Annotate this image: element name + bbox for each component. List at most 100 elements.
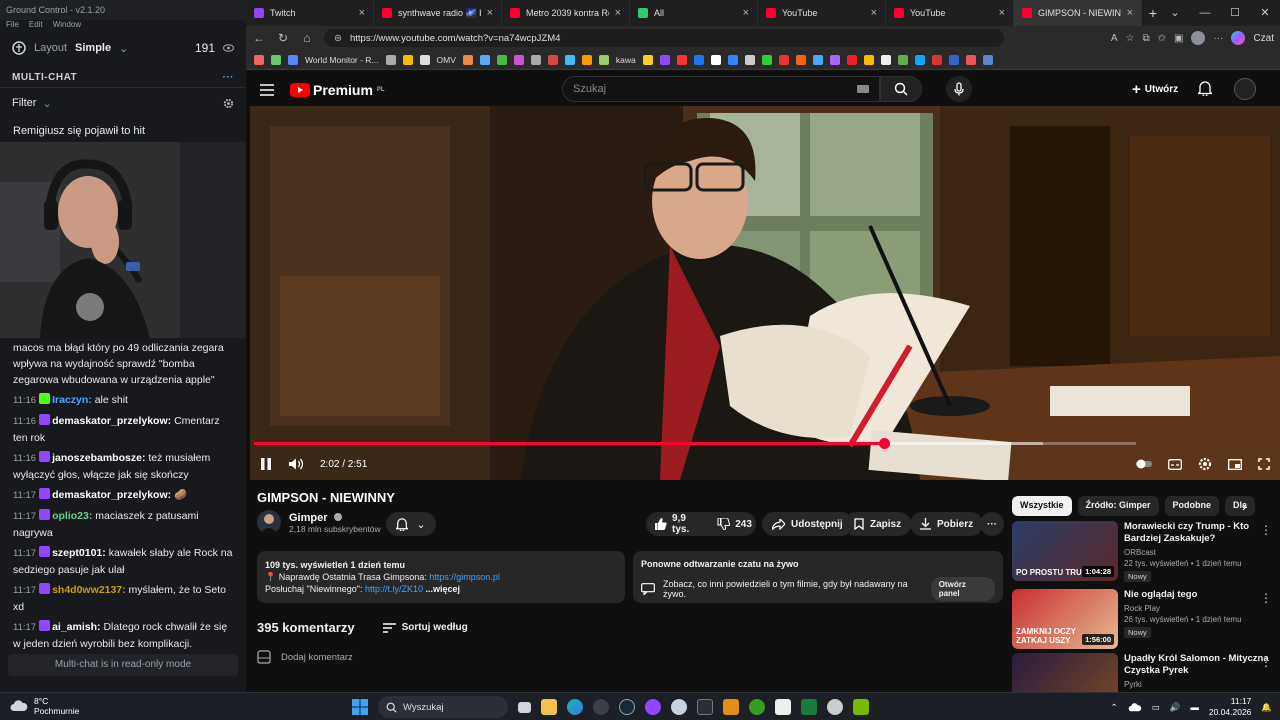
browser-tab[interactable]: YouTube × — [886, 0, 1014, 26]
browser-tab[interactable]: YouTube × — [758, 0, 886, 26]
autoplay-toggle-icon[interactable] — [1136, 459, 1152, 469]
favorites-icon[interactable]: ✩ — [1158, 33, 1166, 44]
song-link[interactable]: http://t.ly/ZK10 — [365, 584, 423, 594]
subscription-bell-button[interactable]: ⌄ — [386, 512, 436, 536]
steam-icon[interactable] — [619, 699, 635, 715]
filter-chip[interactable]: Podobne — [1164, 496, 1220, 516]
back-icon[interactable]: ← — [252, 31, 266, 45]
network-icon[interactable]: ▭ — [1152, 702, 1160, 713]
bookmark-icon[interactable] — [948, 54, 959, 65]
tab-list-icon[interactable]: ⌄ — [1160, 0, 1190, 26]
video-player[interactable]: 2:02 / 2:51 — [250, 106, 1280, 480]
bookmark-icon[interactable] — [462, 54, 473, 65]
weather-widget[interactable]: 8°C Pochmurnie — [10, 696, 79, 716]
bookmark-icon[interactable] — [693, 54, 704, 65]
scrubber-handle[interactable] — [878, 438, 890, 449]
save-button[interactable]: Zapisz — [844, 512, 912, 536]
menu-hamburger-icon[interactable] — [260, 84, 274, 96]
more-menu-icon[interactable]: ··· — [1213, 33, 1223, 44]
message-author[interactable]: janoszebambosze: — [52, 452, 145, 464]
video-title[interactable]: Nie oglądaj tego — [1124, 589, 1280, 601]
bookmark-icon[interactable] — [914, 54, 925, 65]
xbox-icon[interactable] — [749, 699, 765, 715]
bookmark-icon[interactable] — [385, 54, 396, 65]
description-box[interactable]: 109 tys. wyświetleń 1 dzień temu 📍 Napra… — [257, 551, 625, 603]
bookmark-world-monitor[interactable]: World Monitor - R... — [305, 55, 379, 65]
browser-tab[interactable]: GIMPSON - NIEWINNY × — [1014, 0, 1142, 26]
onedrive-icon[interactable] — [1128, 702, 1142, 712]
close-tab-icon[interactable]: × — [487, 7, 493, 19]
browser-tab[interactable]: Twitch × — [246, 0, 374, 26]
download-button[interactable]: Pobierz — [910, 512, 984, 536]
bookmark-icon[interactable] — [496, 54, 507, 65]
message-author[interactable]: sh4d0ww2137: — [52, 584, 126, 596]
sort-button[interactable]: Sortuj według — [382, 622, 468, 633]
filter-chip[interactable]: Dla — [1225, 496, 1256, 516]
terminal-icon[interactable] — [697, 699, 713, 715]
bookmark-icon[interactable] — [642, 54, 653, 65]
channel-avatar[interactable] — [257, 510, 281, 534]
maps-icon[interactable] — [671, 699, 687, 715]
pause-icon[interactable] — [260, 457, 272, 471]
bookmark-icon[interactable] — [479, 54, 490, 65]
more-vertical-icon[interactable]: ⋮ — [1260, 523, 1272, 537]
progress-bar[interactable] — [254, 438, 1136, 449]
share-button[interactable]: Udostępnij — [762, 512, 853, 536]
filter-dropdown[interactable]: Filter ⌄ — [0, 92, 246, 114]
close-tab-icon[interactable]: × — [1127, 7, 1133, 19]
clock[interactable]: 11:17 20.04.2026 — [1209, 696, 1252, 718]
bookmark-icon[interactable] — [965, 54, 976, 65]
video-thumbnail[interactable]: PO PROSTU TRU 1:04:28 — [1012, 521, 1118, 581]
menu-window[interactable]: Window — [53, 20, 81, 32]
site-info-icon[interactable]: ⊜ — [334, 33, 342, 44]
bookmark-icon[interactable] — [530, 54, 541, 65]
browser-tab[interactable]: All × — [630, 0, 758, 26]
bookmark-icon[interactable] — [288, 54, 298, 65]
menu-file[interactable]: File — [6, 20, 19, 32]
bookmark-icon[interactable] — [547, 54, 558, 65]
bookmark-icon[interactable] — [676, 54, 687, 65]
bookmark-icon[interactable] — [254, 54, 264, 65]
show-more-link[interactable]: ...więcej — [426, 584, 461, 594]
nvidia-icon[interactable] — [853, 699, 869, 715]
close-tab-icon[interactable]: × — [359, 7, 365, 19]
channel-name[interactable]: Gimper — [289, 512, 328, 524]
gimpson-link[interactable]: https://gimpson.pl — [429, 572, 500, 582]
bookmark-icon[interactable] — [880, 54, 891, 65]
bookmark-icon[interactable] — [598, 54, 609, 65]
close-tab-icon[interactable]: × — [615, 7, 621, 19]
video-title[interactable]: Morawiecki czy Trump - Kto Bardziej Zask… — [1124, 521, 1280, 545]
miniplayer-icon[interactable] — [1228, 458, 1242, 470]
chevron-right-icon[interactable]: › — [1242, 498, 1247, 514]
create-button[interactable]: + Utwórz — [1132, 78, 1178, 100]
bookmark-icon[interactable] — [564, 54, 575, 65]
settings-gear-icon[interactable] — [1198, 457, 1212, 471]
layout-select[interactable]: Simple — [75, 42, 111, 54]
close-tab-icon[interactable]: × — [743, 7, 749, 19]
windows-start-icon[interactable] — [352, 699, 368, 715]
notifications-icon[interactable]: 🔔 — [1261, 702, 1272, 713]
bookmark-icon[interactable] — [829, 54, 840, 65]
app-icon[interactable] — [723, 699, 739, 715]
ground-control-icon[interactable] — [593, 699, 609, 715]
reload-icon[interactable]: ↻ — [276, 31, 290, 45]
twitch-app-icon[interactable] — [645, 699, 661, 715]
add-comment-field[interactable]: Dodaj komentarz — [257, 650, 353, 664]
bookmark-icon[interactable] — [897, 54, 908, 65]
bookmark-icon[interactable] — [659, 54, 670, 65]
address-bar[interactable]: ⊜ https://www.youtube.com/watch?v=na74wc… — [324, 29, 1004, 47]
youtube-premium-logo[interactable]: Premium PL — [290, 82, 385, 98]
bookmark-icon[interactable] — [795, 54, 806, 65]
message-author[interactable]: oplio23: — [52, 510, 92, 522]
message-author[interactable]: Iraczyn: — [52, 394, 92, 406]
bookmark-icon[interactable] — [402, 54, 413, 65]
video-thumbnail[interactable]: ZAMKNIJ OCZY ZATKAJ USZY 1:56:00 — [1012, 589, 1118, 649]
like-button[interactable]: 9,9 tys. — [646, 512, 697, 536]
search-input[interactable]: Szukaj — [562, 76, 880, 102]
more-vertical-icon[interactable]: ⋮ — [1260, 655, 1272, 669]
app-icon[interactable] — [775, 699, 791, 715]
bookmark-icon[interactable] — [271, 54, 281, 65]
extensions-icon[interactable]: ⧉ — [1142, 33, 1149, 44]
excel-icon[interactable] — [801, 699, 817, 715]
filter-chip[interactable]: Źródło: Gimper — [1077, 496, 1159, 516]
